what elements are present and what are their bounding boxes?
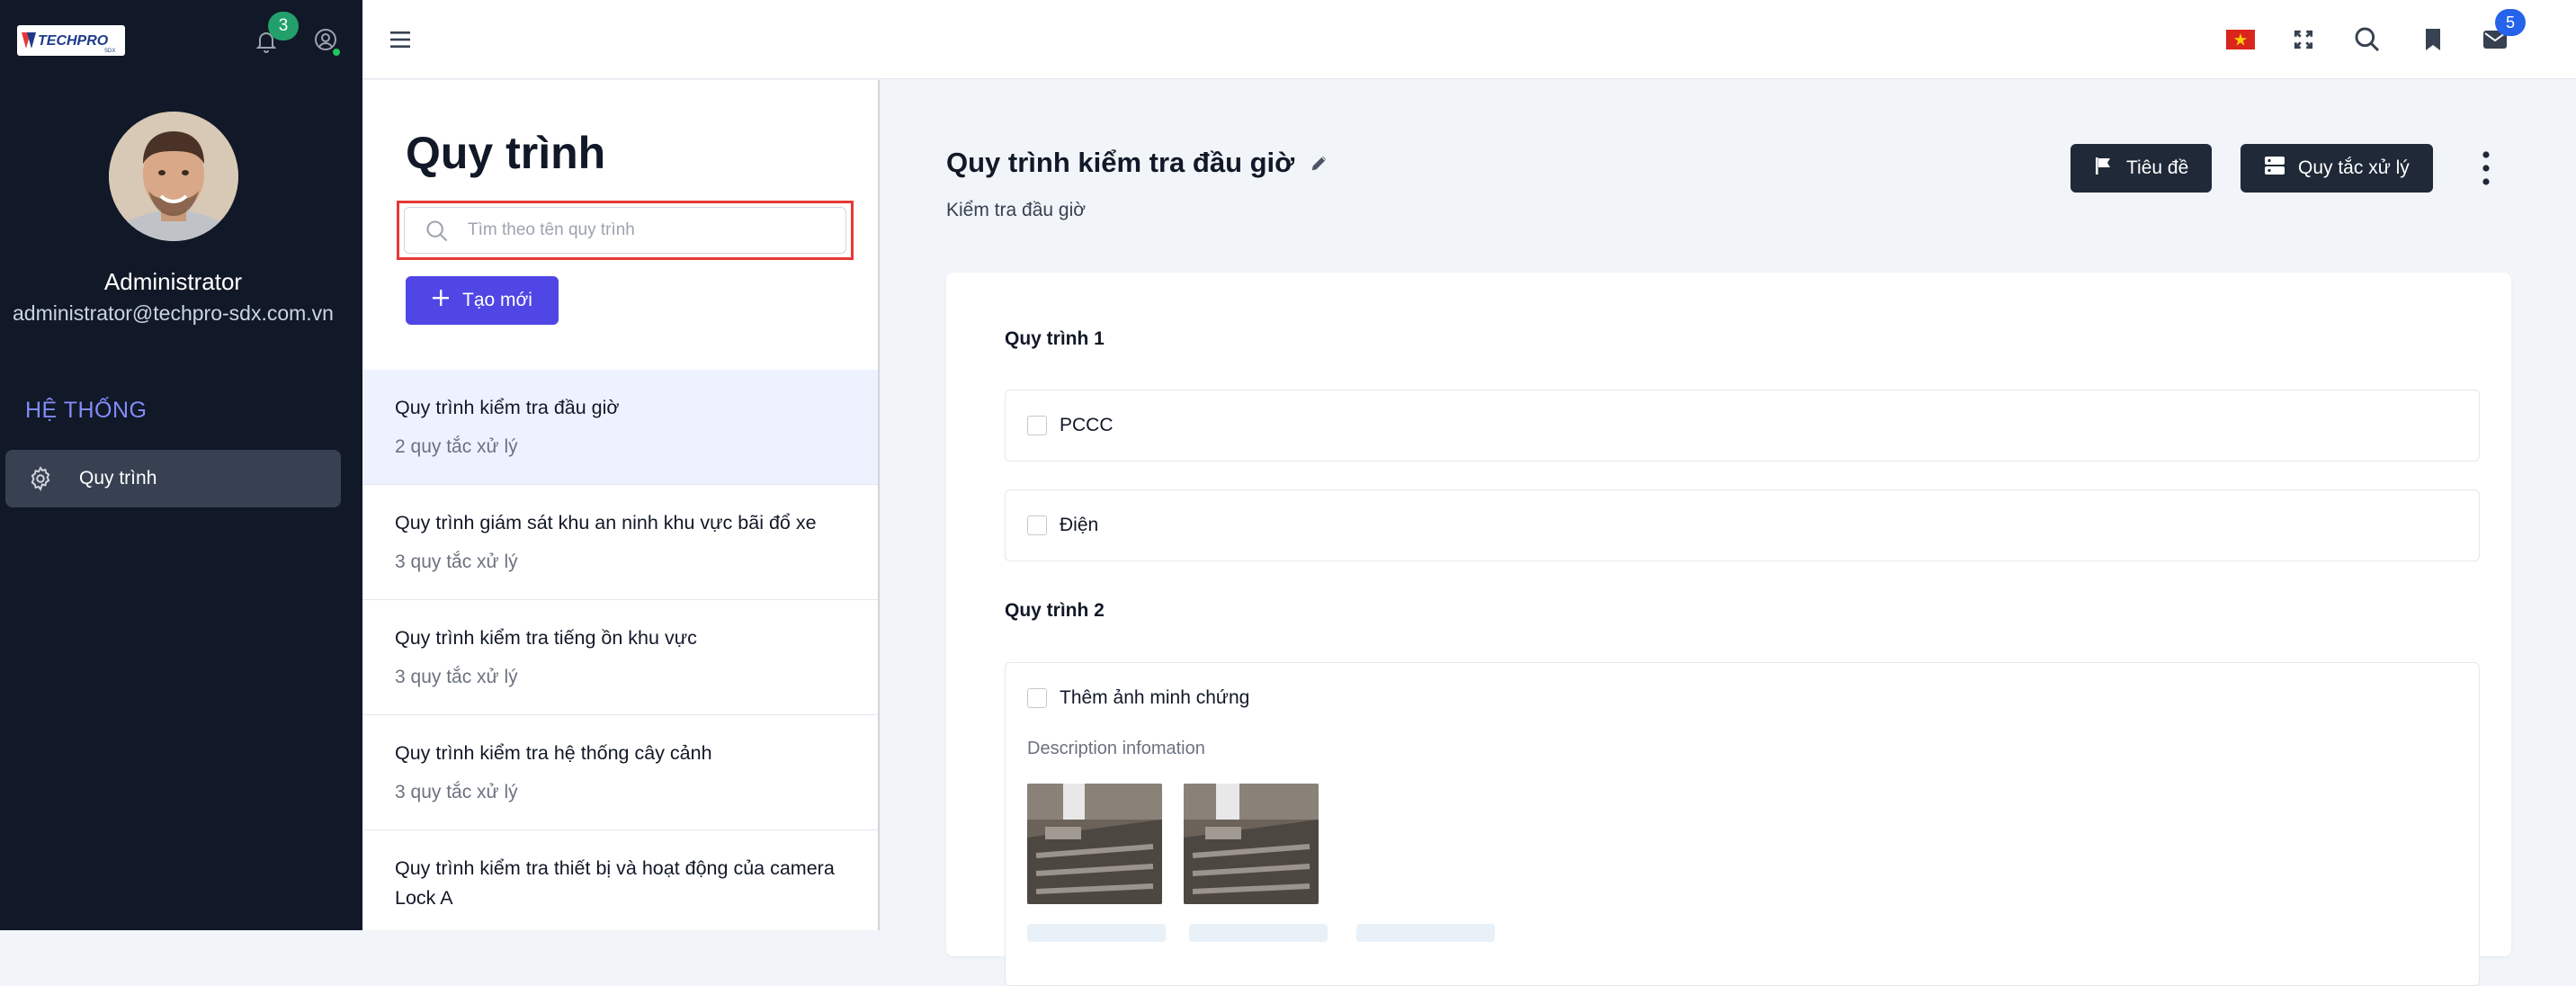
task-checkbox[interactable]: [1027, 416, 1047, 435]
search-icon: [425, 219, 450, 248]
bookmark-icon[interactable]: [2413, 20, 2453, 59]
menu-icon[interactable]: [382, 22, 418, 58]
process-name: Quy trình giám sát khu an ninh khu vực b…: [395, 512, 817, 533]
more-options-icon[interactable]: [2470, 144, 2502, 193]
process-rule-count: 2 quy tắc xử lý: [395, 436, 518, 457]
sidebar: TECHPRO SDX 3 Administrator administrato…: [0, 0, 362, 930]
server-icon: [2264, 156, 2285, 181]
task-label: Thêm ảnh minh chứng: [1060, 687, 1250, 708]
task-description: Description infomation: [1027, 739, 1205, 758]
task-checkbox[interactable]: [1027, 515, 1047, 535]
process-rule-count: 3 quy tắc xử lý: [395, 667, 518, 687]
page-title: Quy trình: [406, 128, 606, 178]
tag-chip: [1027, 924, 1166, 942]
section-label-system: HỆ THỐNG: [25, 398, 148, 423]
process-name: Quy trình kiểm tra đầu giờ: [395, 397, 620, 418]
evidence-photo[interactable]: [1027, 784, 1162, 904]
user-email: administrator@techpro-sdx.com.vn: [13, 301, 334, 325]
task-item[interactable]: Thêm ảnh minh chứng Description infomati…: [1005, 662, 2480, 986]
create-new-label: Tạo mới: [462, 290, 532, 310]
task-checkbox[interactable]: [1027, 688, 1047, 708]
group-title: Quy trình 2: [1005, 600, 1105, 621]
plus-icon: [432, 289, 450, 312]
process-list: Quy trình kiểm tra đầu giờ 2 quy tắc xử …: [362, 370, 878, 930]
processing-rules-button[interactable]: Quy tắc xử lý: [2241, 144, 2433, 193]
pencil-icon[interactable]: [1306, 149, 1333, 176]
sidebar-item-quy-trinh[interactable]: Quy trình: [5, 450, 341, 507]
process-detail-subtitle: Kiểm tra đầu giờ: [946, 200, 1087, 220]
online-status-dot: [331, 47, 342, 58]
process-detail-title: Quy trình kiểm tra đầu giờ: [946, 147, 1295, 178]
list-item[interactable]: Quy trình kiểm tra đầu giờ 2 quy tắc xử …: [362, 370, 878, 485]
list-item[interactable]: Quy trình kiểm tra thiết bị và hoạt động…: [362, 830, 878, 930]
task-label: Điện: [1060, 515, 1099, 535]
list-item[interactable]: Quy trình kiểm tra hệ thống cây cảnh 3 q…: [362, 715, 878, 830]
search-icon[interactable]: [2348, 20, 2387, 59]
search-field[interactable]: [404, 207, 846, 254]
gear-icon: [27, 465, 67, 492]
task-item[interactable]: Điện: [1005, 489, 2480, 561]
task-label: PCCC: [1060, 415, 1114, 435]
flag-icon: [2094, 156, 2114, 181]
list-item[interactable]: Quy trình giám sát khu an ninh khu vực b…: [362, 485, 878, 600]
process-list-panel: Quy trình Tạo mới Quy trình kiểm tra đầu…: [362, 80, 880, 930]
evidence-photo[interactable]: [1184, 784, 1319, 904]
group-title: Quy trình 1: [1005, 328, 1105, 349]
svg-text:TECHPRO: TECHPRO: [38, 33, 109, 49]
tag-chip: [1189, 924, 1328, 942]
heading-button[interactable]: Tiêu đề: [2071, 144, 2213, 193]
process-rule-count: 3 quy tắc xử lý: [395, 551, 518, 572]
vietnam-flag-icon[interactable]: [2221, 20, 2260, 59]
list-item[interactable]: Quy trình kiểm tra tiếng ồn khu vực 3 qu…: [362, 600, 878, 715]
notification-count-badge: 3: [268, 12, 299, 40]
avatar[interactable]: [109, 112, 238, 241]
fullscreen-icon[interactable]: [2284, 20, 2323, 59]
create-new-button[interactable]: Tạo mới: [406, 276, 559, 325]
process-rule-count: 3 quy tắc xử lý: [395, 782, 518, 802]
mail-count-badge: 5: [2495, 9, 2526, 36]
sidebar-item-label: Quy trình: [79, 468, 157, 489]
search-input[interactable]: [468, 208, 827, 253]
process-name: Quy trình kiểm tra tiếng ồn khu vực: [395, 627, 697, 649]
process-name: Quy trình kiểm tra hệ thống cây cảnh: [395, 742, 712, 764]
heading-button-label: Tiêu đề: [2126, 157, 2189, 178]
processing-rules-label: Quy tắc xử lý: [2298, 157, 2410, 178]
tag-chip: [1356, 924, 1495, 942]
techpro-logo[interactable]: TECHPRO SDX: [17, 25, 125, 56]
user-name: Administrator: [103, 268, 243, 295]
process-name: Quy trình kiểm tra thiết bị và hoạt động…: [395, 857, 835, 909]
task-item[interactable]: PCCC: [1005, 390, 2480, 462]
process-detail-card: Quy trình 1 PCCC Điện Quy trình 2 Thêm ả…: [946, 273, 2511, 986]
svg-text:SDX: SDX: [104, 49, 115, 54]
